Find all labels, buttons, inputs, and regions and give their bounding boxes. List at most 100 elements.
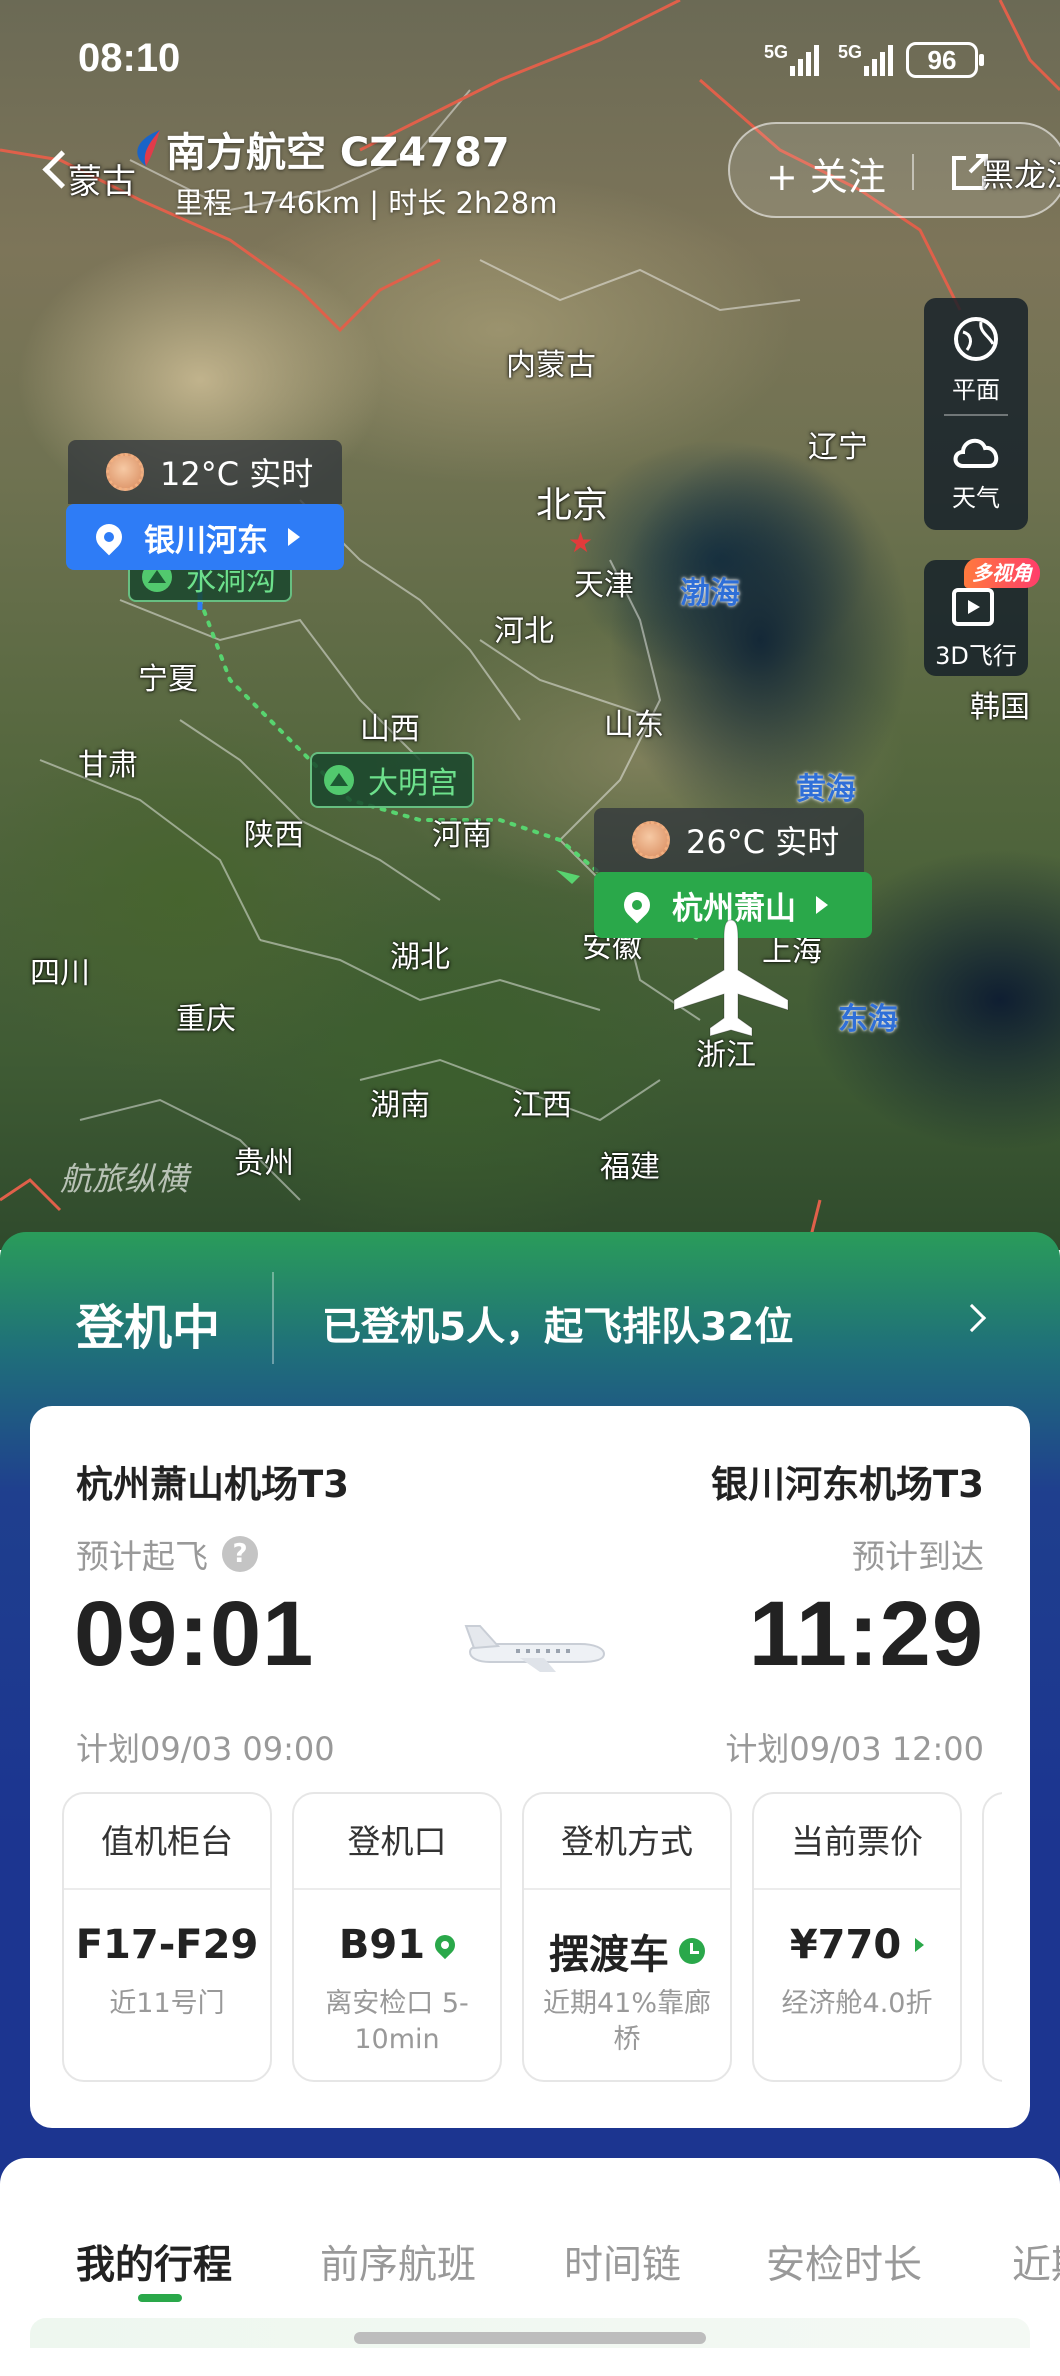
3d-flight-button[interactable]: 多视角 3D飞行 — [924, 558, 1040, 676]
tile-note: 近期41%靠廊桥 — [542, 1988, 711, 2055]
tile-value-text: 摆渡车 — [549, 1932, 669, 1978]
tile-note: 近11号门 — [109, 1988, 225, 2019]
signal-icon-1 — [790, 42, 819, 76]
airplane-icon — [464, 1625, 606, 1672]
ticket-price-tile[interactable]: 当前票价 ¥770 经济舱4.0折 — [752, 1792, 962, 2082]
arrival-label: 预计到达 — [852, 1537, 984, 1576]
multi-view-badge: 多视角 — [964, 558, 1040, 588]
clock-icon — [679, 1938, 705, 1964]
map-label-region: 宁夏 — [138, 662, 198, 697]
flight-status-label: 登机中 — [76, 1300, 221, 1356]
map-label-region: 福建 — [600, 1150, 660, 1185]
checkin-counter-tile[interactable]: 值机柜台 F17-F29 近11号门 — [62, 1792, 272, 2082]
poi-label: 大明宫 — [368, 766, 458, 801]
departure-airport[interactable]: 杭州萧山机场T3 — [76, 1454, 349, 1508]
map-label-sea: 东海 — [838, 1002, 898, 1037]
flight-info-card: 杭州萧山机场T3 银川河东机场T3 预计起飞 ? 预计到达 09:01 11:2… — [30, 1406, 1030, 2128]
tile-title: 当前票价 — [754, 1794, 960, 1890]
departure-time: 09:01 — [74, 1583, 315, 1685]
play-icon — [816, 896, 828, 914]
sun-icon — [632, 821, 670, 859]
map-label-region: 山西 — [360, 712, 420, 747]
clock: 08:10 — [78, 36, 181, 80]
boarding-detail: 已登机5人，起飞排队32位 — [322, 1305, 794, 1350]
map-label-region: 山东 — [604, 708, 664, 743]
tab-my-trip[interactable]: 我的行程 — [76, 2234, 232, 2290]
tile-note: 经济舱4.0折 — [781, 1988, 933, 2019]
more-tile[interactable] — [982, 1792, 1002, 2082]
header-divider — [912, 154, 914, 190]
map-mode-plane-button[interactable]: 平面 — [924, 314, 1028, 405]
landmark-icon — [324, 765, 354, 795]
tile-value: F17-F29 — [64, 1922, 270, 1968]
watermark-logo: 航旅纵横 — [60, 1160, 189, 1198]
weather-label: 26°C 实时 — [686, 823, 840, 861]
arrival-airport[interactable]: 银川河东机场T3 — [711, 1454, 984, 1508]
map-label-region: 贵州 — [234, 1146, 294, 1181]
destination-airport-pill[interactable]: 银川河东 — [66, 504, 344, 570]
signal-icon-2 — [864, 42, 893, 76]
network-label-1: 5G — [764, 42, 789, 62]
map-label-region-edge: 黑龙江 — [982, 156, 1060, 194]
poi-tag[interactable]: 大明宫 — [310, 752, 474, 808]
weather-layer-button[interactable]: 天气 — [924, 430, 1028, 513]
map-label-region: 河北 — [494, 614, 554, 649]
map-label-region: 重庆 — [176, 1002, 236, 1037]
map-mode-label: 平面 — [952, 376, 1000, 404]
tile-title: 值机柜台 — [64, 1794, 270, 1890]
boarding-method-tile[interactable]: 登机方式 摆渡车 近期41%靠廊桥 — [522, 1792, 732, 2082]
battery-icon: 96 — [906, 42, 984, 78]
map-label-region: 辽宁 — [808, 430, 868, 465]
tile-note: 离安检口 5-10min — [325, 1988, 469, 2055]
aircraft-position-icon — [673, 919, 789, 1037]
capital-star-icon: ★ — [568, 526, 594, 559]
flight-header: 蒙古 南方航空 CZ4787 里程 1746km | 时长 2h28m + 关注… — [0, 120, 1060, 230]
help-icon[interactable]: ? — [222, 1536, 258, 1572]
flight-map[interactable]: 08:10 5G 5G 96 蒙古 南方航空 CZ4787 里程 1746km … — [0, 0, 1060, 1250]
home-indicator[interactable] — [354, 2332, 706, 2344]
play-icon — [288, 528, 300, 546]
departure-scheduled: 计划09/03 09:00 — [76, 1730, 335, 1768]
location-pin-icon — [618, 886, 656, 924]
weather-layer-label: 天气 — [952, 484, 1000, 512]
tab-indicator — [138, 2294, 182, 2302]
follow-button[interactable]: + 关注 — [766, 146, 886, 201]
arrival-time: 11:29 — [748, 1583, 984, 1685]
3d-flight-label: 3D飞行 — [935, 642, 1017, 670]
destination-weather[interactable]: 12°C 实时 — [68, 440, 342, 504]
map-label-region: 河南 — [432, 818, 492, 853]
route-mark-icon — [556, 870, 580, 884]
flight-status-sheet: 登机中 已登机5人，起飞排队32位 杭州萧山机场T3 银川河东机场T3 预计起飞… — [0, 1232, 1060, 2376]
tile-value: B91 — [294, 1922, 500, 1968]
tab-recent[interactable]: 近期 — [1012, 2234, 1060, 2290]
departure-label-text: 预计起飞 — [76, 1537, 208, 1576]
origin-weather[interactable]: 26°C 实时 — [594, 808, 864, 872]
tile-title: 登机口 — [294, 1794, 500, 1890]
flight-subtitle: 里程 1746km | 时长 2h28m — [174, 186, 558, 220]
info-tiles-scroller[interactable]: 值机柜台 F17-F29 近11号门 登机口 B91 离安检口 5-10min … — [62, 1792, 1002, 2084]
map-label-country: 韩国 — [970, 690, 1030, 725]
3d-video-icon — [952, 588, 994, 626]
airline-logo-icon — [137, 130, 160, 166]
map-label-capital: 北京 — [536, 485, 609, 526]
tab-previous-flight[interactable]: 前序航班 — [320, 2234, 476, 2290]
location-pin-icon — [430, 1930, 460, 1960]
flight-title: 南方航空 CZ4787 — [166, 130, 510, 176]
status-summary-row[interactable]: 登机中 已登机5人，起飞排队32位 — [0, 1232, 1060, 1404]
map-label-sea: 渤海 — [680, 576, 740, 611]
map-label-region: 天津 — [574, 568, 634, 603]
map-label-region: 湖北 — [390, 940, 450, 975]
header-actions: + 关注 黑龙江 — [728, 122, 1060, 218]
divider — [944, 414, 1008, 416]
globe-icon — [954, 317, 998, 361]
tab-time-chain[interactable]: 时间链 — [564, 2234, 681, 2290]
sun-icon — [106, 453, 144, 491]
chevron-right-icon — [957, 1303, 987, 1333]
map-label-region: 四川 — [30, 956, 90, 991]
status-bar: 08:10 5G 5G 96 — [0, 36, 1060, 86]
network-label-2: 5G — [838, 42, 863, 62]
tile-value: ¥770 — [754, 1922, 960, 1968]
gate-tile[interactable]: 登机口 B91 离安检口 5-10min — [292, 1792, 502, 2082]
location-pin-icon — [90, 518, 128, 556]
tab-security-time[interactable]: 安检时长 — [766, 2234, 922, 2290]
